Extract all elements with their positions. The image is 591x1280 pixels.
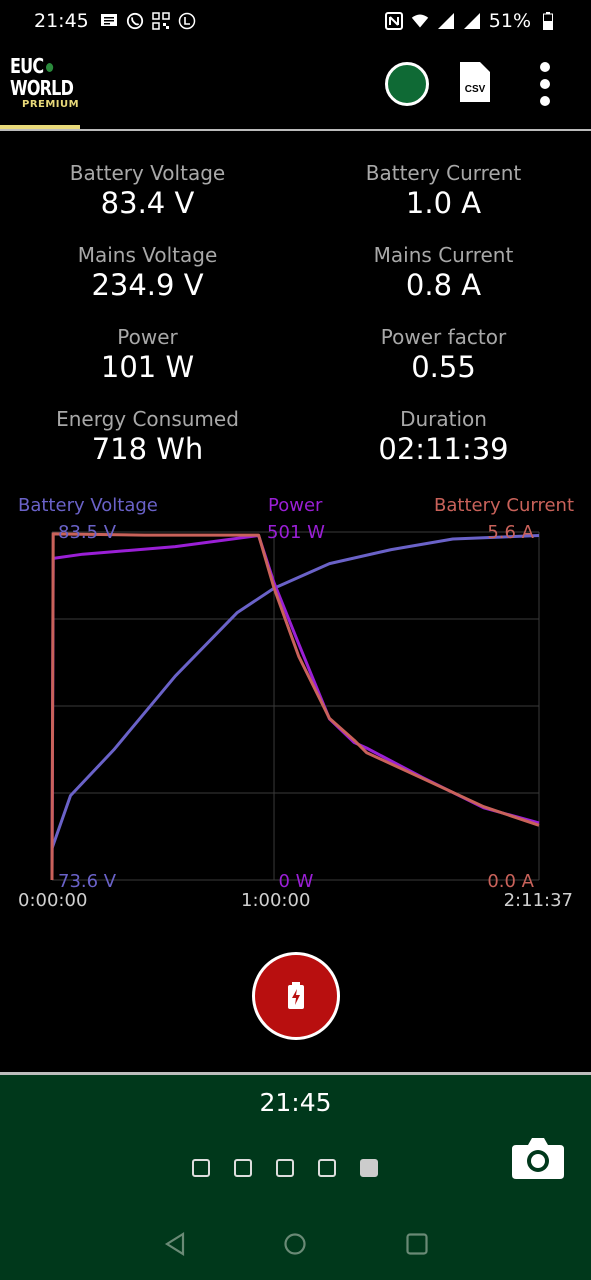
metric-value: 718 Wh <box>91 432 204 466</box>
overflow-menu-button[interactable] <box>534 62 556 106</box>
metric-label: Energy Consumed <box>56 407 239 431</box>
footer-divider <box>0 1072 591 1075</box>
nav-home-button[interactable] <box>283 1232 307 1260</box>
metric-label: Duration <box>400 407 487 431</box>
menu-dot-icon <box>540 79 550 89</box>
metric-power-factor: Power factor 0.55 <box>296 324 591 384</box>
metric-label: Power factor <box>380 325 507 349</box>
x-tick-middle: 1:00:00 <box>241 890 311 911</box>
status-notification-icons <box>100 12 196 30</box>
page-dot[interactable] <box>318 1159 336 1177</box>
battery-voltage-max-label: 83.5 V <box>58 522 117 543</box>
power-min-label: 0 W <box>279 871 314 890</box>
menu-dot-icon <box>540 62 550 72</box>
back-triangle-icon <box>164 1232 185 1256</box>
wifi-icon <box>411 12 429 30</box>
metric-energy-consumed: Energy Consumed 718 Wh <box>0 406 295 466</box>
metric-value: 83.4 V <box>100 186 195 220</box>
battery-voltage-min-label: 73.6 V <box>58 871 117 890</box>
csv-label: CSV <box>465 84 486 95</box>
series-line-battery-voltage <box>50 534 540 849</box>
metric-value: 101 W <box>100 350 195 384</box>
l-circle-icon <box>178 12 196 30</box>
battery-charging-icon <box>288 982 304 1009</box>
battery-current-min-label: 0.0 A <box>487 871 534 890</box>
status-time: 21:45 <box>34 10 89 32</box>
series-line-power <box>50 534 540 881</box>
metric-label: Mains Voltage <box>77 243 218 267</box>
nfc-icon <box>384 12 403 30</box>
battery-percent: 51% <box>488 10 531 32</box>
camera-button[interactable] <box>512 1135 564 1179</box>
charging-chart[interactable]: 83.5 V 501 W 5.6 A 73.6 V 0 W 0.0 A <box>0 490 591 890</box>
page-dot[interactable] <box>192 1159 210 1177</box>
metric-label: Battery Voltage <box>69 161 226 185</box>
battery-icon <box>539 12 557 30</box>
metric-value: 0.55 <box>411 350 476 384</box>
page-indicator <box>192 1159 378 1177</box>
connection-status-button[interactable] <box>385 62 429 106</box>
appbar-divider <box>0 129 591 131</box>
nav-back-button[interactable] <box>163 1232 187 1260</box>
logo-premium-tag: PREMIUM <box>22 99 80 110</box>
metric-value: 1.0 A <box>405 186 482 220</box>
series-line-battery-current <box>50 532 540 881</box>
page-dot[interactable] <box>234 1159 252 1177</box>
metric-battery-voltage: Battery Voltage 83.4 V <box>0 160 295 220</box>
metric-label: Mains Current <box>373 243 514 267</box>
logo-dot <box>45 63 53 72</box>
logo-line-1: EUC <box>10 54 44 78</box>
metric-label: Power <box>117 325 178 349</box>
signal-icon <box>463 12 481 30</box>
csv-export-button[interactable]: CSV <box>460 62 490 102</box>
app-logo: EUC WORLD PREMIUM <box>10 55 82 110</box>
page-dot[interactable] <box>276 1159 294 1177</box>
nav-recents-button[interactable] <box>405 1232 429 1260</box>
page-dot-active[interactable] <box>360 1159 378 1177</box>
charging-toggle-button[interactable] <box>252 952 340 1040</box>
battery-current-max-label: 5.6 A <box>487 522 534 543</box>
home-circle-icon <box>284 1233 306 1255</box>
metric-mains-voltage: Mains Voltage 234.9 V <box>0 242 295 302</box>
recents-square-icon <box>406 1233 428 1255</box>
x-tick-end: 2:11:37 <box>503 890 573 911</box>
power-max-label: 501 W <box>267 522 325 543</box>
metric-label: Battery Current <box>365 161 522 185</box>
metric-duration: Duration 02:11:39 <box>296 406 591 466</box>
logo-line-2: WORLD <box>10 76 74 100</box>
message-icon <box>100 12 118 30</box>
camera-icon <box>512 1138 564 1179</box>
metric-value: 234.9 V <box>91 268 204 302</box>
footer-clock: 21:45 <box>259 1088 332 1117</box>
metric-value: 0.8 A <box>405 268 482 302</box>
metric-mains-current: Mains Current 0.8 A <box>296 242 591 302</box>
metric-battery-current: Battery Current 1.0 A <box>296 160 591 220</box>
status-system-icons: 51% <box>384 10 557 32</box>
x-tick-start: 0:00:00 <box>18 890 88 911</box>
whatsapp-icon <box>126 12 144 30</box>
metric-value: 02:11:39 <box>378 432 509 466</box>
qr-icon <box>152 12 170 30</box>
csv-file-icon: CSV <box>460 62 490 102</box>
signal-icon <box>437 12 455 30</box>
menu-dot-icon <box>540 96 550 106</box>
metric-power: Power 101 W <box>0 324 295 384</box>
